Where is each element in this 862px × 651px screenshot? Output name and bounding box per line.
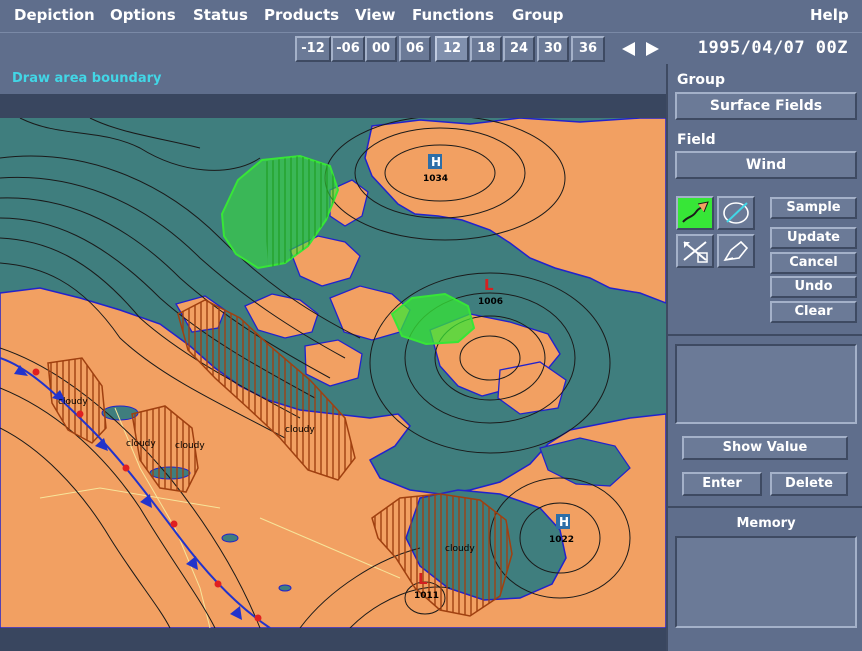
area-label-cloudy: cloudy xyxy=(126,439,156,449)
modify-icon xyxy=(723,240,749,262)
panel-divider xyxy=(668,506,862,508)
menu-depiction[interactable]: Depiction xyxy=(14,6,95,24)
lake-athabasca xyxy=(221,533,239,543)
draw-area-tool[interactable] xyxy=(717,196,755,230)
time-step-36-button[interactable]: 36 xyxy=(571,36,605,62)
clear-button[interactable]: Clear xyxy=(770,301,857,323)
menu-help[interactable]: Help xyxy=(810,6,849,24)
high-symbol: H xyxy=(559,515,569,529)
time-step-00-button[interactable]: 00 xyxy=(365,36,397,62)
map-area: Draw area boundary cloudy cloudy cloudy … xyxy=(0,64,666,651)
time-step-30-button[interactable]: 30 xyxy=(537,36,569,62)
valid-datetime: 1995/04/07 00Z xyxy=(697,38,848,58)
menu-status[interactable]: Status xyxy=(193,6,248,24)
menu-options[interactable]: Options xyxy=(110,6,176,24)
enter-button[interactable]: Enter xyxy=(682,472,762,496)
memory-area[interactable] xyxy=(675,536,857,628)
step-back-icon[interactable] xyxy=(622,42,635,56)
panel-divider xyxy=(668,334,862,336)
undo-button[interactable]: Undo xyxy=(770,276,857,298)
instruction-text: Draw area boundary xyxy=(12,71,162,86)
time-step-06-button[interactable]: 06 xyxy=(399,36,431,62)
low-pressure-value: 1011 xyxy=(414,591,439,601)
modify-tool[interactable] xyxy=(717,234,755,268)
group-label: Group xyxy=(677,72,726,88)
weather-map[interactable]: cloudy cloudy cloudy cloudy flurries clo… xyxy=(0,118,666,628)
area-label-cloudy: cloudy xyxy=(58,397,88,407)
draw-area-icon xyxy=(723,202,749,224)
sample-button[interactable]: Sample xyxy=(770,197,857,219)
map-footer-strip xyxy=(0,628,666,651)
field-selector[interactable]: Wind xyxy=(675,151,857,179)
delete-button[interactable]: Delete xyxy=(770,472,848,496)
menu-bar: Depiction Options Status Products View F… xyxy=(0,0,862,32)
time-step-minus12-button[interactable]: -12 xyxy=(295,36,331,62)
show-value-button[interactable]: Show Value xyxy=(682,436,848,460)
draw-line-icon xyxy=(682,201,709,223)
menu-products[interactable]: Products xyxy=(264,6,339,24)
menu-group[interactable]: Group xyxy=(512,6,563,24)
high-symbol: H xyxy=(431,155,441,169)
time-step-bar: -12 -06 00 06 12 18 24 30 36 1995/04/07 … xyxy=(0,32,862,64)
high-pressure-value: 1022 xyxy=(549,535,574,545)
lake-small xyxy=(278,584,292,592)
high-pressure-value: 1034 xyxy=(423,174,448,184)
low-pressure-value: 1006 xyxy=(478,297,503,307)
low-symbol: L xyxy=(418,570,428,588)
group-selector[interactable]: Surface Fields xyxy=(675,92,857,120)
draw-line-tool[interactable] xyxy=(676,196,714,230)
menu-functions[interactable]: Functions xyxy=(412,6,494,24)
map-header-strip xyxy=(0,94,666,118)
map-canvas[interactable]: cloudy cloudy cloudy cloudy flurries clo… xyxy=(0,118,666,628)
memory-label: Memory xyxy=(736,516,796,531)
time-step-12-button[interactable]: 12 xyxy=(435,36,469,62)
field-label: Field xyxy=(677,132,716,148)
step-forward-icon[interactable] xyxy=(646,42,659,56)
menu-view[interactable]: View xyxy=(355,6,396,24)
move-tool[interactable] xyxy=(676,234,714,268)
update-button[interactable]: Update xyxy=(770,227,857,249)
move-icon xyxy=(683,241,708,263)
time-step-minus06-button[interactable]: -06 xyxy=(331,36,365,62)
time-step-18-button[interactable]: 18 xyxy=(470,36,502,62)
value-display-area xyxy=(675,344,857,424)
low-symbol: L xyxy=(484,276,494,294)
time-step-24-button[interactable]: 24 xyxy=(503,36,535,62)
area-label-cloudy: cloudy xyxy=(445,544,475,554)
cancel-button[interactable]: Cancel xyxy=(770,252,857,274)
area-label-cloudy: cloudy xyxy=(285,425,315,435)
control-panel: Group Surface Fields Field Wind Sample U… xyxy=(666,64,862,651)
